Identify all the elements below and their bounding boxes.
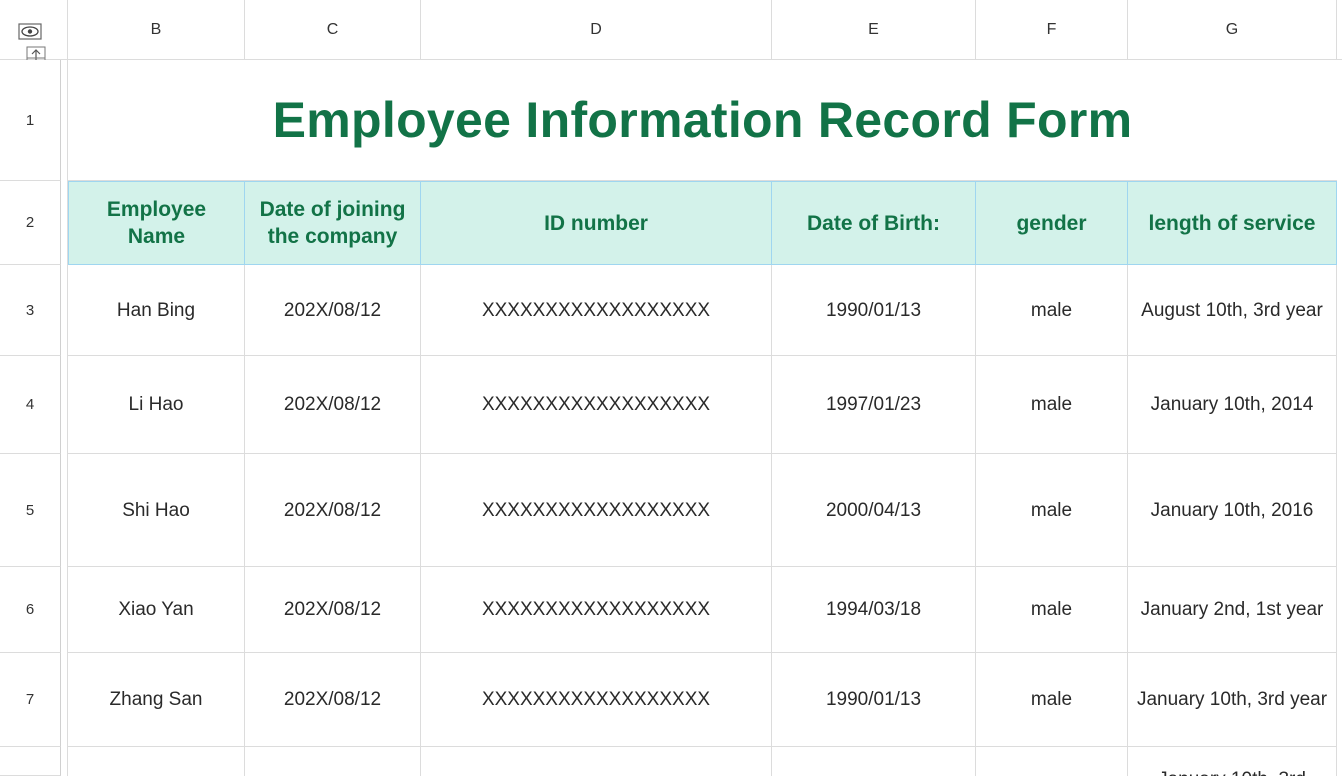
row-header-5[interactable]: 5 — [0, 454, 61, 567]
table-cell[interactable]: Shi Hao — [68, 454, 245, 567]
table-cell[interactable]: Li Hao — [68, 356, 245, 454]
table-cell[interactable] — [976, 747, 1128, 776]
form-title[interactable]: Employee Information Record Form — [68, 60, 1337, 181]
table-cell[interactable]: 202X/08/12 — [245, 356, 421, 454]
table-cell[interactable] — [245, 747, 421, 776]
table-cell[interactable]: 1990/01/13 — [772, 653, 976, 747]
row-header-6[interactable]: 6 — [0, 567, 61, 653]
column-header-f[interactable]: F — [976, 0, 1128, 60]
table-cell[interactable]: January 10th, 2016 — [1128, 454, 1337, 567]
column-header-b[interactable]: B — [68, 0, 245, 60]
table-cell[interactable]: 202X/08/12 — [245, 653, 421, 747]
table-cell[interactable]: male — [976, 653, 1128, 747]
header-date-joining[interactable]: Date of joining the company — [245, 181, 421, 265]
table-cell[interactable]: Han Bing — [68, 265, 245, 356]
row-header-3[interactable]: 3 — [0, 265, 61, 356]
row-header-8[interactable] — [0, 747, 61, 776]
header-length-of-service[interactable]: length of service — [1128, 181, 1337, 265]
table-cell[interactable]: August 10th, 3rd year — [1128, 265, 1337, 356]
table-cell[interactable]: 2000/04/13 — [772, 454, 976, 567]
table-cell[interactable]: 202X/08/12 — [245, 454, 421, 567]
table-cell[interactable]: XXXXXXXXXXXXXXXXXX — [421, 265, 772, 356]
table-cell-partial[interactable]: January 10th, 3rd — [1128, 747, 1337, 776]
table-cell[interactable]: January 2nd, 1st year — [1128, 567, 1337, 653]
header-date-of-birth[interactable]: Date of Birth: — [772, 181, 976, 265]
row-header-7[interactable]: 7 — [0, 653, 61, 747]
row-header-gap — [60, 60, 68, 776]
spreadsheet-grid: B C D E F G 1 2 3 4 5 6 7 Employee Infor… — [0, 0, 1342, 776]
table-cell[interactable] — [772, 747, 976, 776]
table-cell[interactable]: 202X/08/12 — [245, 265, 421, 356]
row-header-1[interactable]: 1 — [0, 60, 61, 181]
table-cell[interactable]: male — [976, 567, 1128, 653]
table-cell[interactable]: male — [976, 454, 1128, 567]
row-header-2[interactable]: 2 — [0, 181, 61, 265]
table-cell[interactable]: 1990/01/13 — [772, 265, 976, 356]
table-cell[interactable]: January 10th, 3rd year — [1128, 653, 1337, 747]
table-cell[interactable]: male — [976, 356, 1128, 454]
table-cell[interactable]: January 10th, 2014 — [1128, 356, 1337, 454]
table-cell[interactable]: XXXXXXXXXXXXXXXXXX — [421, 454, 772, 567]
table-cell[interactable]: XXXXXXXXXXXXXXXXXX — [421, 567, 772, 653]
table-cell[interactable]: 202X/08/12 — [245, 567, 421, 653]
table-cell[interactable]: 1994/03/18 — [772, 567, 976, 653]
header-id-number[interactable]: ID number — [421, 181, 772, 265]
table-cell[interactable]: male — [976, 265, 1128, 356]
table-cell[interactable] — [68, 747, 245, 776]
header-employee-name[interactable]: Employee Name — [68, 181, 245, 265]
column-header-c[interactable]: C — [245, 0, 421, 60]
table-cell[interactable]: 1997/01/23 — [772, 356, 976, 454]
column-header-d[interactable]: D — [421, 0, 772, 60]
row-header-4[interactable]: 4 — [0, 356, 61, 454]
partial-cell-text: January 10th, 3rd — [1158, 767, 1306, 776]
table-cell[interactable] — [421, 747, 772, 776]
eye-icon[interactable] — [17, 21, 43, 43]
table-cell[interactable]: Xiao Yan — [68, 567, 245, 653]
column-header-g[interactable]: G — [1128, 0, 1337, 60]
table-cell[interactable]: Zhang San — [68, 653, 245, 747]
header-gender[interactable]: gender — [976, 181, 1128, 265]
column-header-e[interactable]: E — [772, 0, 976, 60]
table-cell[interactable]: XXXXXXXXXXXXXXXXXX — [421, 356, 772, 454]
table-cell[interactable]: XXXXXXXXXXXXXXXXXX — [421, 653, 772, 747]
column-header-partial[interactable] — [1337, 0, 1342, 60]
